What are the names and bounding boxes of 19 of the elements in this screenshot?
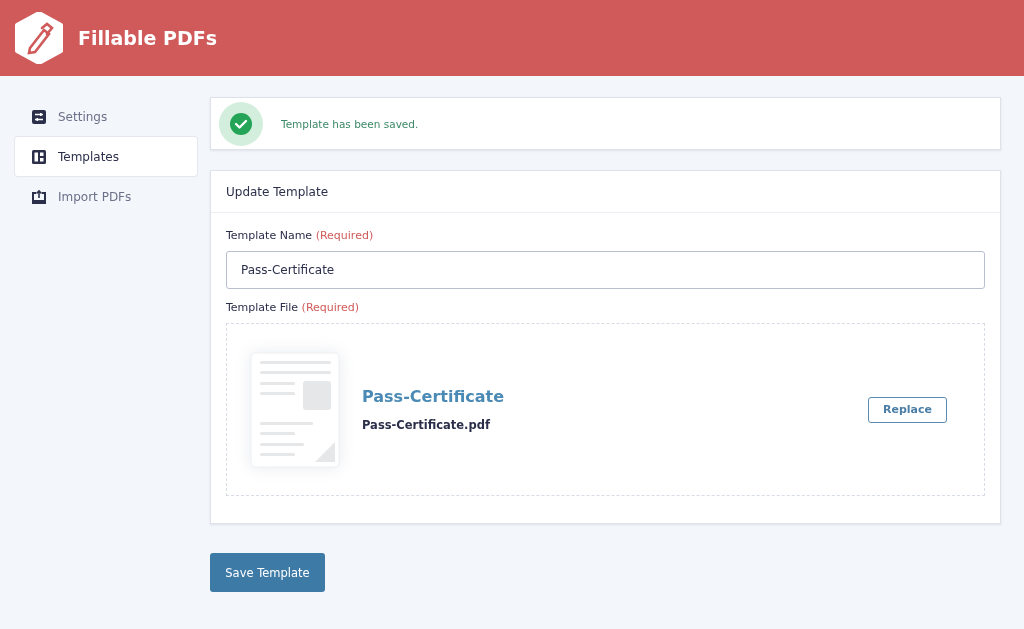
sidebar-item[interactable]: Import PDFs — [15, 177, 197, 216]
replace-button[interactable]: Replace — [868, 396, 947, 423]
card-title: Update Template — [226, 184, 329, 199]
app-title: Fillable PDFs — [78, 27, 217, 49]
file-name: Pass-Certificate.pdf — [362, 418, 491, 432]
check-circle-icon — [219, 101, 263, 146]
sidebar-item[interactable]: Templates — [15, 137, 197, 176]
document-icon — [250, 351, 340, 468]
file-title: Pass-Certificate — [362, 387, 506, 406]
notice-message: Template has been saved. — [281, 117, 419, 130]
save-button[interactable]: Save Template — [210, 553, 325, 592]
sidebar-item[interactable]: Settings — [15, 97, 197, 136]
upload-icon — [31, 188, 47, 205]
field-label: Template Name (Required) — [226, 229, 375, 242]
layout-icon — [31, 148, 47, 165]
field-label: Template File (Required) — [226, 301, 361, 314]
template-name-field[interactable]: Pass-Certificate — [226, 251, 985, 289]
pencil-logo-icon — [14, 12, 64, 64]
sliders-icon — [31, 108, 47, 125]
